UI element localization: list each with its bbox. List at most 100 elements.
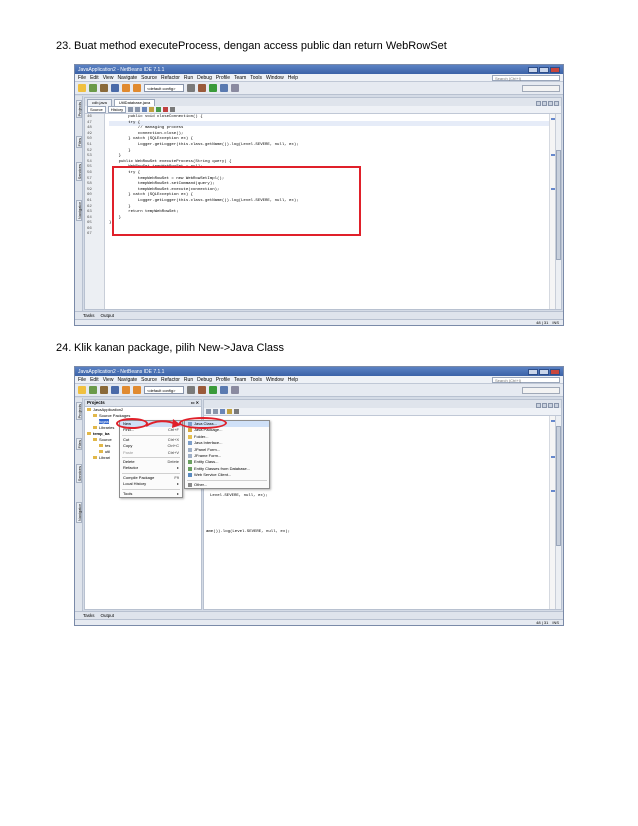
side-tab-navigator[interactable]: Navigator — [76, 502, 82, 524]
diff-icon[interactable] — [170, 107, 176, 112]
close-button[interactable] — [550, 66, 560, 73]
build-icon[interactable] — [187, 84, 195, 92]
undo-icon[interactable] — [122, 386, 130, 394]
menu-help[interactable]: Help — [288, 75, 298, 81]
profile-icon[interactable] — [231, 386, 239, 394]
open-project-icon[interactable] — [100, 84, 108, 92]
side-tab-services[interactable]: Services — [76, 162, 82, 182]
panel-minimize-icon[interactable]: ▭ ✕ — [191, 400, 201, 406]
history-view-button[interactable]: History — [107, 106, 127, 113]
menu-item-refactor[interactable]: Refactor ▸ — [120, 465, 182, 471]
memory-gauge[interactable] — [522, 386, 560, 394]
side-tab-services[interactable]: Services — [76, 464, 82, 484]
menu-window[interactable]: Window — [266, 377, 284, 383]
menu-tools[interactable]: Tools — [250, 75, 262, 81]
memory-gauge[interactable] — [522, 84, 560, 92]
search-input[interactable]: Search (Ctrl+I) — [492, 74, 560, 81]
menu-profile[interactable]: Profile — [216, 75, 230, 81]
config-select[interactable]: <default config> — [144, 84, 184, 92]
diff-icon[interactable] — [234, 409, 239, 414]
undo-icon[interactable] — [122, 84, 130, 92]
redo-icon[interactable] — [133, 84, 141, 92]
menu-item-local-history[interactable]: Local History ▸ — [120, 481, 182, 487]
debug-icon[interactable] — [220, 84, 228, 92]
minimize-button[interactable] — [528, 66, 538, 73]
menu-file[interactable]: File — [78, 377, 86, 383]
source-code[interactable]: public void closeConnection() { try { //… — [105, 114, 549, 309]
menu-view[interactable]: View — [103, 377, 114, 383]
side-tab-navigator[interactable]: Navigator — [76, 200, 82, 222]
menu-item-paste[interactable]: Paste Ctrl+V — [120, 450, 182, 456]
run-icon[interactable] — [209, 386, 217, 394]
menu-source[interactable]: Source — [141, 75, 157, 81]
submenu-item-web-service-client[interactable]: Web Service Client... — [185, 472, 269, 478]
search-input[interactable]: Search (Ctrl+I) — [492, 376, 560, 383]
menu-item-find[interactable]: Find... Ctrl+F — [120, 427, 182, 433]
new-file-icon[interactable] — [89, 84, 97, 92]
menu-view[interactable]: View — [103, 75, 114, 81]
find-icon[interactable] — [220, 409, 225, 414]
submenu-item-other[interactable]: Other... — [185, 482, 269, 488]
code-line: } — [109, 221, 112, 226]
redo-icon[interactable] — [133, 386, 141, 394]
menu-navigate[interactable]: Navigate — [117, 75, 137, 81]
tasks-tab[interactable]: Tasks — [83, 613, 95, 618]
output-tab[interactable]: Output — [101, 613, 115, 618]
stop-macro-icon[interactable] — [163, 107, 169, 112]
menu-source[interactable]: Source — [141, 377, 157, 383]
menu-team[interactable]: Team — [234, 377, 246, 383]
new-project-icon[interactable] — [78, 386, 86, 394]
comment-icon[interactable] — [156, 107, 162, 112]
vertical-scrollbar[interactable] — [555, 114, 561, 309]
menu-refactor[interactable]: Refactor — [161, 75, 180, 81]
file-tab-cdb[interactable]: cdb.java — [87, 99, 112, 106]
menu-team[interactable]: Team — [234, 75, 246, 81]
config-select[interactable]: <default config> — [144, 386, 184, 394]
output-tab[interactable]: Output — [101, 313, 115, 318]
forward-icon[interactable] — [213, 409, 218, 414]
menu-run[interactable]: Run — [184, 377, 193, 383]
bookmark-icon[interactable] — [227, 409, 232, 414]
back-icon[interactable] — [128, 107, 134, 112]
clean-build-icon[interactable] — [198, 386, 206, 394]
new-project-icon[interactable] — [78, 84, 86, 92]
back-icon[interactable] — [206, 409, 211, 414]
open-project-icon[interactable] — [100, 386, 108, 394]
menu-window[interactable]: Window — [266, 75, 284, 81]
side-tab-projects[interactable]: Projects — [76, 100, 82, 119]
file-tab-utildatabase[interactable]: UtilDatabase.java — [113, 99, 156, 106]
menu-debug[interactable]: Debug — [197, 377, 212, 383]
tasks-tab[interactable]: Tasks — [83, 313, 95, 318]
menu-run[interactable]: Run — [184, 75, 193, 81]
save-all-icon[interactable] — [111, 84, 119, 92]
source-view-button[interactable]: Source — [87, 106, 106, 113]
menu-item-tools[interactable]: Tools ▸ — [120, 491, 182, 497]
find-icon[interactable] — [142, 107, 148, 112]
save-all-icon[interactable] — [111, 386, 119, 394]
maximize-button[interactable] — [539, 368, 549, 375]
menu-navigate[interactable]: Navigate — [117, 377, 137, 383]
bookmark-icon[interactable] — [149, 107, 155, 112]
menu-profile[interactable]: Profile — [216, 377, 230, 383]
side-tab-files[interactable]: Files — [76, 438, 82, 451]
menu-refactor[interactable]: Refactor — [161, 377, 180, 383]
vertical-scrollbar[interactable] — [555, 416, 561, 609]
minimize-button[interactable] — [528, 368, 538, 375]
menu-tools[interactable]: Tools — [250, 377, 262, 383]
debug-icon[interactable] — [220, 386, 228, 394]
forward-icon[interactable] — [135, 107, 141, 112]
menu-help[interactable]: Help — [288, 377, 298, 383]
menu-file[interactable]: File — [78, 75, 86, 81]
side-tab-projects[interactable]: Projects — [76, 402, 82, 421]
new-file-icon[interactable] — [89, 386, 97, 394]
menu-edit[interactable]: Edit — [90, 377, 99, 383]
close-button[interactable] — [550, 368, 560, 375]
run-icon[interactable] — [209, 84, 217, 92]
maximize-button[interactable] — [539, 66, 549, 73]
clean-build-icon[interactable] — [198, 84, 206, 92]
side-tab-files[interactable]: Files — [76, 136, 82, 149]
profile-icon[interactable] — [231, 84, 239, 92]
menu-edit[interactable]: Edit — [90, 75, 99, 81]
build-icon[interactable] — [187, 386, 195, 394]
menu-debug[interactable]: Debug — [197, 75, 212, 81]
